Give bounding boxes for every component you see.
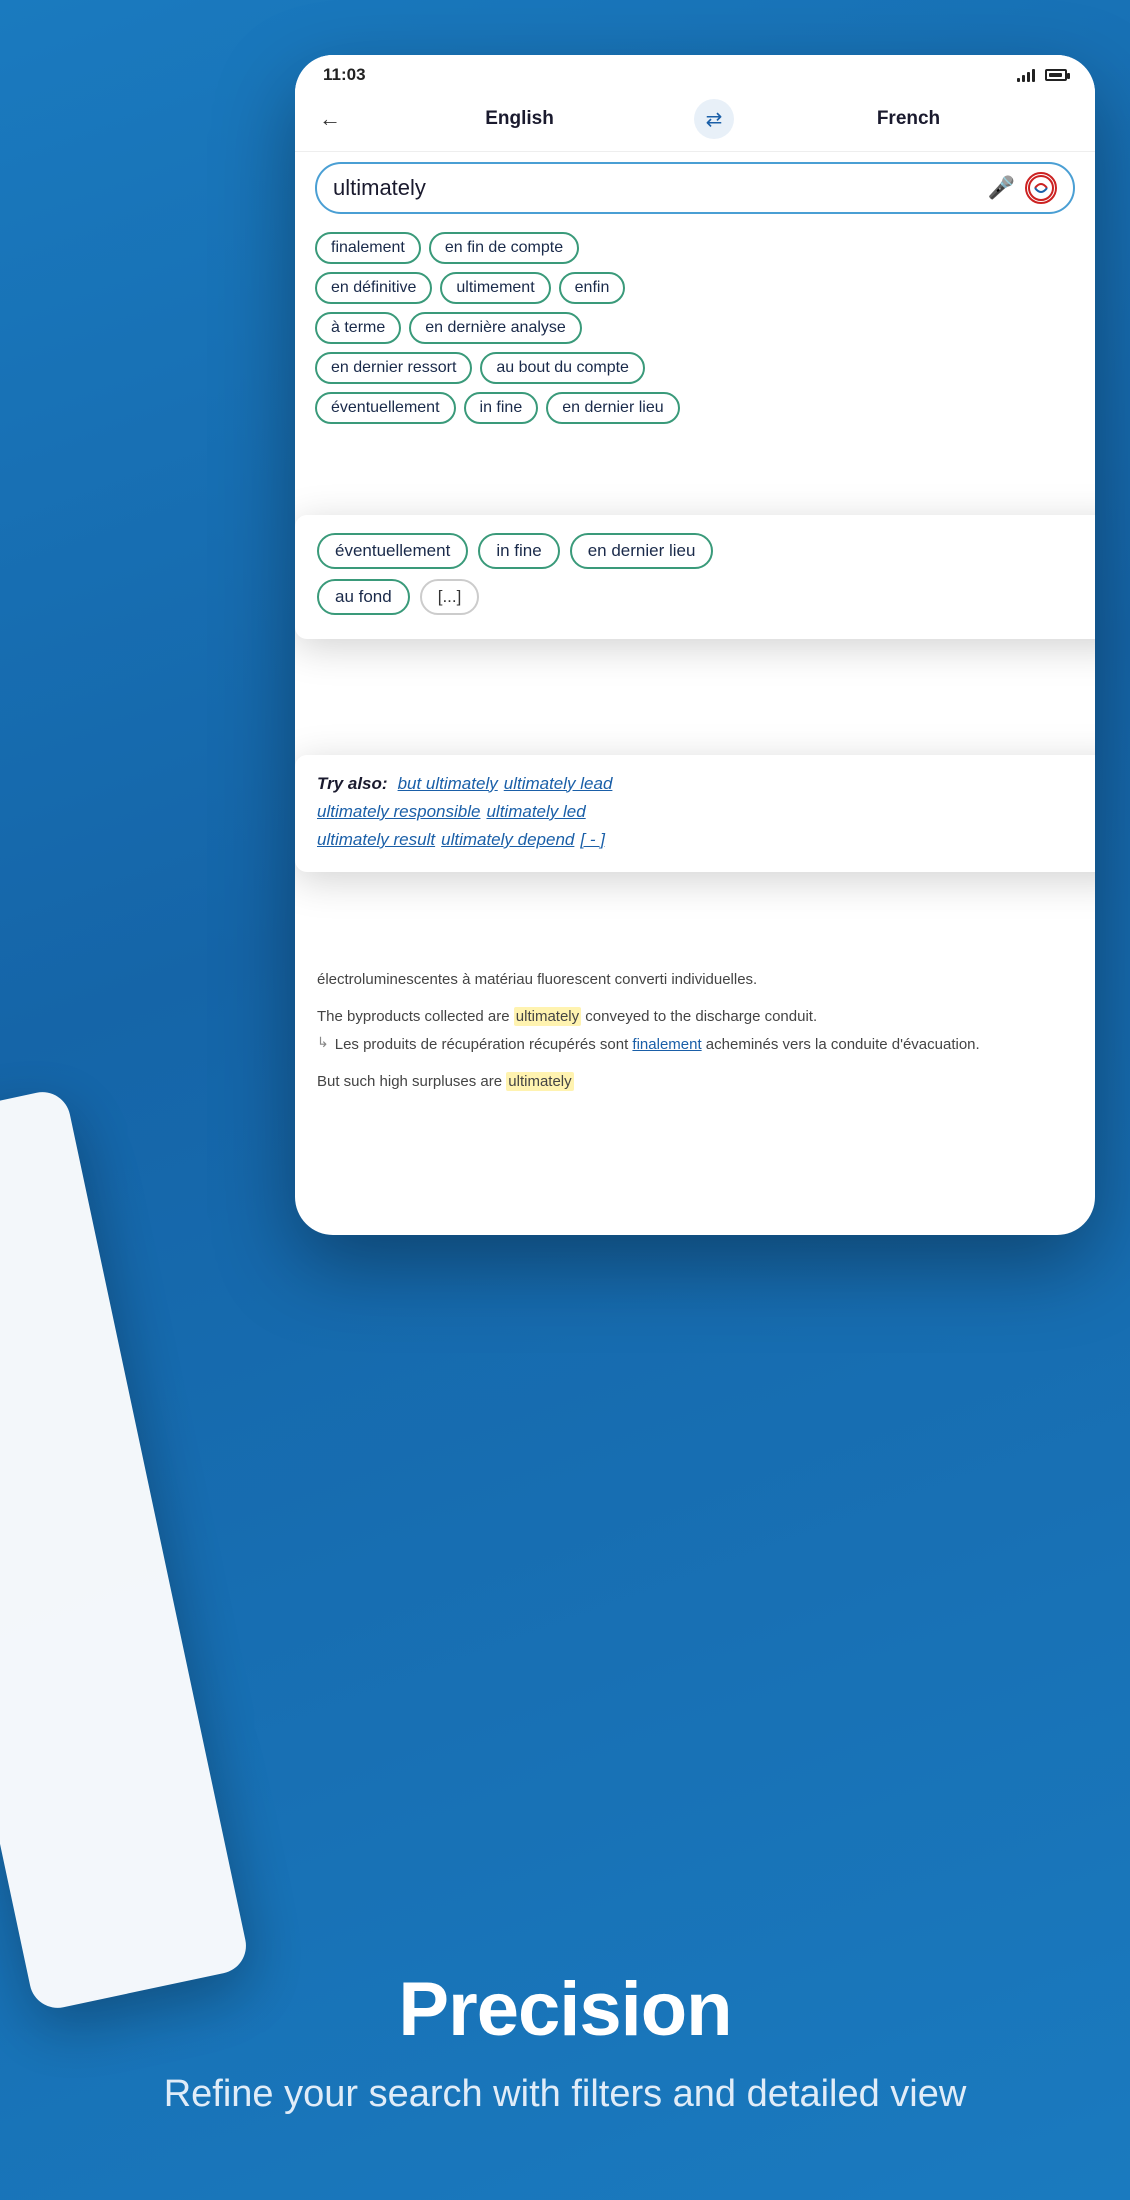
search-bar: ultimately 🎤 [295,152,1095,224]
status-time: 11:03 [323,65,366,85]
highlight-ultimately-2: ultimately [506,1072,573,1091]
chips-area: finalement en fin de compte en définitiv… [295,224,1095,436]
sugg-chip-eventuellement[interactable]: éventuellement [317,533,468,569]
example-fr-underline-1: finalement [632,1036,701,1053]
background-phone: nte [0,1087,251,2013]
signal-bars-icon [1017,68,1035,82]
app-logo [1025,172,1057,204]
examples-area: électroluminescentes à matériau fluoresc… [295,955,1095,1121]
sugg-row-2: au fond [...] [317,579,1095,615]
example-en-2: But such high surpluses are ultimately [317,1073,574,1090]
suggestions-panel: éventuellement in fine en dernier lieu ▲… [295,515,1095,639]
status-icons [1017,68,1067,82]
try-also-panel: Try also: but ultimately ultimately lead… [295,755,1095,872]
chips-row-3: à terme en dernière analyse [315,312,1075,344]
sugg-chip-en-dernier-lieu[interactable]: en dernier lieu [570,533,714,569]
chip-in-fine[interactable]: in fine [464,392,539,424]
language-french[interactable]: French [746,108,1071,130]
chips-row-5: éventuellement in fine en dernier lieu [315,392,1075,424]
chip-en-definitive[interactable]: en définitive [315,272,432,304]
example-arrow-icon: ↳ [317,1034,329,1051]
status-bar: 11:03 [295,55,1095,91]
try-dash[interactable]: [ - ] [580,830,605,850]
main-phone: 11:03 ← English ⇄ French ultimately 🎤 [295,55,1095,1235]
chip-enfin[interactable]: enfin [559,272,626,304]
chip-ultimement[interactable]: ultimement [440,272,550,304]
sugg-row-1: éventuellement in fine en dernier lieu ▲ [317,533,1095,569]
chip-en-derniere-analyse[interactable]: en dernière analyse [409,312,582,344]
search-input[interactable]: ultimately [333,175,980,201]
chip-en-dernier-ressort[interactable]: en dernier ressort [315,352,472,384]
highlight-ultimately-1: ultimately [514,1007,581,1026]
microphone-icon[interactable]: 🎤 [988,175,1015,201]
try-also-line-3: ultimately result ultimately depend [ - … [317,830,1095,850]
example-fr-1: Les produits de récupération récupérés s… [335,1034,980,1057]
chips-row-4: en dernier ressort au bout du compte [315,352,1075,384]
search-input-container[interactable]: ultimately 🎤 [315,162,1075,214]
sugg-chip-au-fond[interactable]: au fond [317,579,410,615]
example-fr-partial: électroluminescentes à matériau fluoresc… [317,971,757,988]
nav-bar: ← English ⇄ French [295,91,1095,152]
chip-en-fin-de-compte[interactable]: en fin de compte [429,232,579,264]
chip-en-dernier-lieu[interactable]: en dernier lieu [546,392,679,424]
language-english[interactable]: English [357,108,682,130]
swap-icon: ⇄ [706,107,723,132]
chip-au-bout-du-compte[interactable]: au bout du compte [480,352,645,384]
example-block-1: The byproducts collected are ultimately … [317,1006,1073,1057]
sugg-chip-bracket[interactable]: [...] [420,579,480,615]
back-button[interactable]: ← [319,106,341,132]
try-link-ultimately-lead[interactable]: ultimately lead [504,774,613,794]
try-also-label: Try also: [317,774,388,794]
try-also-line-1: Try also: but ultimately ultimately lead… [317,773,1095,794]
try-link-ultimately-depend[interactable]: ultimately depend [441,830,574,850]
precision-title: Precision [60,1966,1070,2053]
example-en-1: The byproducts collected are ultimately … [317,1006,1073,1029]
battery-icon [1045,69,1067,81]
precision-subtitle: Refine your search with filters and deta… [60,2069,1070,2120]
sugg-chip-in-fine[interactable]: in fine [478,533,559,569]
try-link-but-ultimately[interactable]: but ultimately [398,774,498,794]
swap-languages-button[interactable]: ⇄ [694,99,734,139]
try-link-ultimately-responsible[interactable]: ultimately responsible [317,802,480,822]
bottom-section: Precision Refine your search with filter… [0,1926,1130,2120]
chip-a-terme[interactable]: à terme [315,312,401,344]
try-link-ultimately-result[interactable]: ultimately result [317,830,435,850]
try-also-line-2: ultimately responsible ultimately led [317,802,1095,822]
chips-row-1: finalement en fin de compte [315,232,1075,264]
chip-finalement[interactable]: finalement [315,232,421,264]
bg-phone-text: nte [0,1401,119,1461]
example-partial-top: électroluminescentes à matériau fluoresc… [317,969,1073,992]
chip-eventuellement[interactable]: éventuellement [315,392,456,424]
try-link-ultimately-led[interactable]: ultimately led [486,802,585,822]
example-block-2: But such high surpluses are ultimately [317,1071,1073,1094]
chips-row-2: en définitive ultimement enfin [315,272,1075,304]
